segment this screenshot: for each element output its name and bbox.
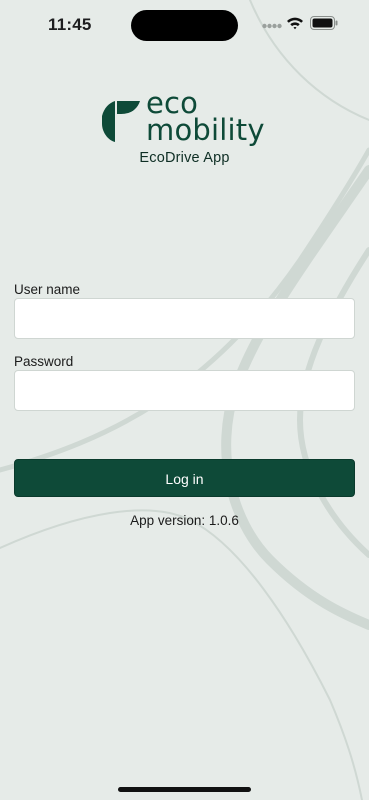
status-bar: 11:45: [0, 0, 369, 50]
signal-dots-icon: [262, 23, 282, 29]
eco-mobility-logo: eco mobility: [100, 89, 270, 152]
login-screen: 11:45 eco mobility EcoDrive App User nam…: [0, 0, 369, 800]
home-indicator[interactable]: [118, 787, 251, 792]
leaf-logo-icon: [102, 101, 140, 142]
app-version: App version: 1.0.6: [130, 513, 239, 528]
dynamic-island: [131, 10, 238, 41]
wifi-icon: [287, 17, 303, 30]
logo-word-mobility: mobility: [146, 113, 265, 147]
battery-icon: [310, 16, 338, 30]
status-time: 11:45: [48, 15, 92, 34]
username-input[interactable]: [14, 298, 355, 339]
password-input[interactable]: [14, 370, 355, 411]
logo-wordmark: eco mobility: [146, 89, 265, 147]
login-button[interactable]: Log in: [14, 459, 355, 497]
username-label: User name: [14, 282, 81, 297]
app-name: EcoDrive App: [139, 150, 230, 166]
password-label: Password: [14, 354, 74, 369]
